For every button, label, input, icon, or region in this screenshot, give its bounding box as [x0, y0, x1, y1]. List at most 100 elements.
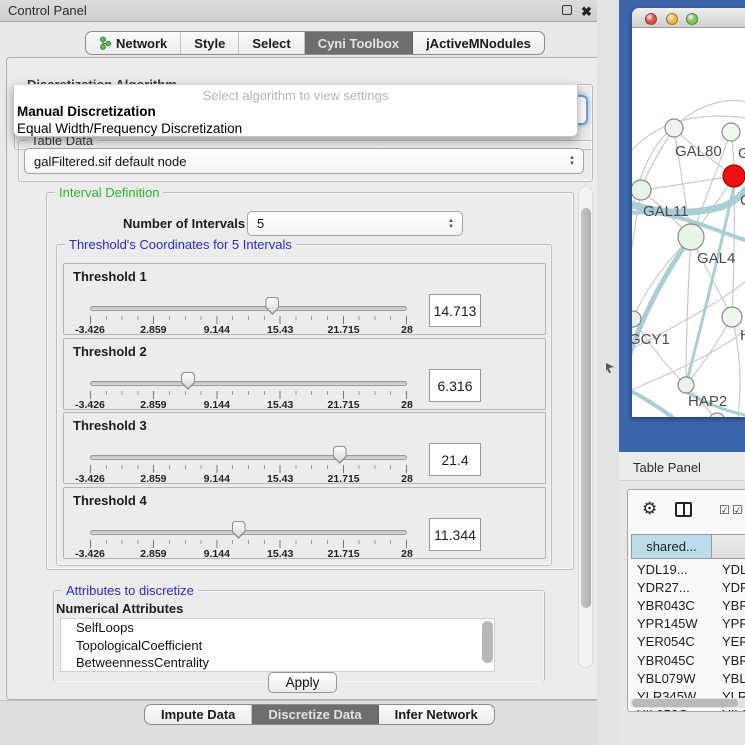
tab-discretize-data[interactable]: Discretize Data [252, 705, 378, 724]
close-icon[interactable]: ✖ [581, 4, 592, 20]
cell-shared-name[interactable]: YER054C [631, 634, 712, 649]
cell-name[interactable]: YER0 [712, 634, 745, 649]
tick-label: 28 [401, 473, 413, 485]
cell-name[interactable]: YDR2 [712, 580, 745, 595]
tab-label: Cyni Toolbox [318, 36, 399, 51]
cell-shared-name[interactable]: YBR043C [631, 598, 712, 613]
tab-network[interactable]: Network [86, 32, 181, 54]
slider-tick-labels: -3.4262.8599.14415.4321.71528 [90, 399, 408, 411]
network-node[interactable] [723, 165, 745, 187]
attribute-list-item[interactable]: TopologicalCoefficient [61, 637, 494, 655]
table-row[interactable]: YDR27...YDR2 [631, 578, 745, 596]
node-label: GAL80 [675, 143, 722, 160]
threshold-slider-track[interactable] [90, 530, 407, 535]
checkbox-icon[interactable]: ☑ [732, 503, 743, 517]
table-data-combobox[interactable]: galFiltered.sif default node ▲▼ [24, 148, 584, 174]
divider-collapse-arrow-icon[interactable] [606, 363, 615, 374]
gear-icon[interactable]: ⚙ [642, 499, 657, 519]
column-header-shared-name[interactable]: shared... [631, 534, 712, 559]
network-node[interactable] [678, 224, 704, 250]
tab-impute-data[interactable]: Impute Data [145, 705, 252, 724]
threshold-slider-thumb[interactable] [181, 372, 195, 390]
cell-name[interactable]: YBR0 [712, 598, 745, 613]
network-edge[interactable] [686, 317, 732, 385]
table-header-row: shared... na [631, 534, 745, 559]
threshold-slider-thumb[interactable] [232, 521, 246, 539]
network-icon [99, 36, 111, 50]
mac-minimize-button[interactable] [666, 13, 678, 25]
network-node[interactable] [678, 377, 694, 393]
list-scrollbar-thumb[interactable] [482, 621, 493, 663]
threshold-slider-thumb[interactable] [333, 446, 347, 464]
mac-zoom-button[interactable] [686, 13, 698, 25]
cell-shared-name[interactable]: YDR27... [631, 580, 712, 595]
attribute-list-item[interactable]: BetweennessCentrality [61, 654, 494, 672]
network-node[interactable] [632, 180, 651, 200]
cell-shared-name[interactable]: YPR145W [631, 616, 712, 631]
tick-label: 15.43 [267, 399, 293, 411]
cell-shared-name[interactable]: YDL19... [631, 562, 712, 577]
tab-cyni-toolbox[interactable]: Cyni Toolbox [305, 32, 413, 54]
table-row[interactable]: YBL079WYBL0 [631, 669, 745, 687]
threshold-slider-track[interactable] [90, 306, 407, 311]
tab-infer-network[interactable]: Infer Network [379, 705, 494, 724]
network-edge[interactable] [641, 176, 734, 190]
float-window-icon[interactable] [562, 5, 572, 15]
table-row[interactable]: YBR045CYBR0 [631, 651, 745, 669]
threshold-value-field[interactable]: 11.344 [429, 518, 481, 551]
dropdown-option[interactable]: Equal Width/Frequency Discretization [14, 121, 577, 138]
tick-label: 9.144 [204, 548, 230, 560]
numerical-attributes-list[interactable]: SelfLoopsTopologicalCoefficientBetweenne… [60, 618, 495, 672]
cell-shared-name[interactable]: YBR045C [631, 653, 712, 668]
cell-shared-name[interactable]: YBL079W [631, 671, 712, 686]
slider-ticks [90, 316, 408, 324]
checkbox-icon[interactable]: ☑ [719, 503, 730, 517]
threshold-slider-track[interactable] [90, 455, 407, 460]
table-row[interactable]: YER054CYER0 [631, 633, 745, 651]
network-window-titlebar [632, 8, 745, 28]
table-horizontal-scrollbar[interactable] [630, 698, 745, 708]
tab-select[interactable]: Select [239, 32, 304, 54]
settings-scrollbar[interactable] [578, 186, 593, 668]
attribute-list-item[interactable]: SelfLoops [61, 619, 494, 637]
network-edge[interactable] [632, 385, 672, 417]
network-canvas[interactable]: GAL80GACGAL11GAL4GCY1HAHAP2 [632, 28, 745, 417]
table-row[interactable]: YBR043CYBR0 [631, 596, 745, 614]
tick-label: 9.144 [204, 324, 230, 336]
threshold-row: Threshold 2 -3.4262.8599.14415.4321.7152… [63, 338, 546, 410]
tick-label: -3.426 [75, 399, 105, 411]
cell-name[interactable]: YBL0 [712, 671, 745, 686]
threshold-slider-thumb[interactable] [265, 297, 279, 315]
table-row[interactable]: YPR145WYPR1 [631, 615, 745, 633]
network-node[interactable] [665, 119, 683, 137]
mac-close-button[interactable] [645, 13, 657, 25]
cell-name[interactable]: YBR0 [712, 653, 745, 668]
column-header-name[interactable]: na [712, 534, 745, 559]
threshold-value-field[interactable]: 21.4 [429, 443, 481, 476]
num-intervals-combobox[interactable]: 5 ▲▼ [247, 211, 463, 236]
tick-label: 2.859 [140, 548, 166, 560]
tick-label: 21.715 [328, 548, 360, 560]
threshold-value-field[interactable]: 14.713 [429, 294, 481, 327]
table-row[interactable]: YDL19...YDL1 [631, 560, 745, 578]
control-panel-title: Control Panel [8, 3, 87, 18]
threshold-value-field[interactable]: 6.316 [429, 369, 481, 402]
network-node[interactable] [722, 123, 740, 141]
apply-button[interactable]: Apply [268, 672, 337, 693]
threshold-label: Threshold 4 [73, 493, 147, 508]
tick-label: 21.715 [328, 399, 360, 411]
cell-name[interactable]: YDL1 [712, 562, 745, 577]
threshold-slider-track[interactable] [90, 381, 407, 386]
tick-label: 28 [401, 399, 413, 411]
node-label: GCY1 [632, 331, 670, 348]
tab-style[interactable]: Style [181, 32, 239, 54]
network-node[interactable] [722, 307, 742, 327]
tab-jactivemnodules[interactable]: jActiveMNodules [413, 32, 544, 54]
network-edge[interactable] [732, 317, 740, 417]
cell-name[interactable]: YPR1 [712, 616, 745, 631]
settings-scrollbar-thumb[interactable] [581, 208, 591, 608]
dropdown-option[interactable]: Manual Discretization [14, 104, 577, 121]
split-columns-icon[interactable] [675, 502, 692, 517]
table-hscrollbar-thumb[interactable] [632, 699, 738, 707]
dropdown-placeholder: Select algorithm to view settings [14, 85, 577, 104]
